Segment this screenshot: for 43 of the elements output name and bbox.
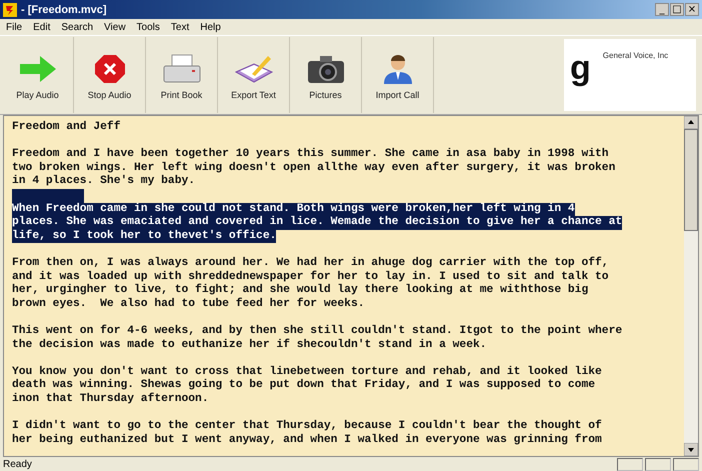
status-pane <box>645 458 671 470</box>
person-icon <box>382 54 414 84</box>
text-line: inon that Thursday afternoon. <box>12 392 209 406</box>
text-line: brown eyes. We also had to tube feed her for weeks. <box>12 298 365 312</box>
text-line: two broken wings. Her left wing doesn't open allthe way even after surgery, it was broken <box>12 162 616 174</box>
selection-highlight <box>12 188 84 203</box>
scroll-up-icon[interactable] <box>684 116 698 129</box>
text-line: and it was loaded up with shreddednewspaper for her to lay in. I used to sit and talk to <box>12 270 609 284</box>
scroll-down-icon[interactable] <box>684 443 698 456</box>
scroll-thumb[interactable] <box>684 129 698 231</box>
text-line: in 4 places. She's my baby. <box>12 175 196 189</box>
text-line: her, urgingher to live, to fight; and she would lay there looking at me withthose big <box>12 284 588 298</box>
window-title: - [Freedom.mvc] <box>21 4 107 16</box>
window-control-button[interactable]: × <box>685 3 699 16</box>
text-line: You know you don't want to cross that linebetween torture and rehab, and it looked like <box>12 366 602 378</box>
menu-item[interactable]: Search <box>61 22 94 32</box>
status-pane <box>673 458 699 470</box>
text-line: I didn't want to go to the center that Thursday, because I couldn't bear the thought of <box>12 420 602 434</box>
status-text: Ready <box>3 458 33 470</box>
text-line: From then on, I was always around her. We had her in ahuge dog carrier with the top off, <box>12 256 609 270</box>
scrollbar[interactable] <box>684 116 698 456</box>
menu-item[interactable]: Text <box>170 22 190 32</box>
window-control-button[interactable]: □ <box>670 3 684 16</box>
company-name: General Voice, Inc <box>602 51 668 60</box>
menu-item[interactable]: View <box>104 22 126 32</box>
printer-icon <box>162 54 202 84</box>
text-line: Freedom and I have been together 10 years this summer. She came in asa baby in 1998 with <box>12 148 609 162</box>
text-line: the decision was made to euthanize her if shecouldn't stand in a week. <box>12 338 487 352</box>
text-line: This went on for 4-6 weeks, and by then she still couldn't stand. Itgot to the point where <box>12 324 622 338</box>
menu-item[interactable]: Help <box>200 22 221 32</box>
text-line: Freedom and Jeff <box>12 121 120 135</box>
stop-icon <box>94 54 126 84</box>
window-control-button[interactable]: _ <box>655 3 669 16</box>
menu-item[interactable]: File <box>6 22 22 32</box>
text-line: death was winning. Shewas going to be put down that Friday, and I was supposed to come <box>12 379 596 392</box>
menu-item[interactable]: Tools <box>136 22 160 32</box>
app-icon <box>3 2 17 16</box>
status-pane <box>617 458 643 470</box>
book-pen-icon <box>234 54 274 84</box>
text-line: her being euthanized but I went anyway, and when I walked in everyone was grinning from <box>12 434 602 448</box>
menu-item[interactable]: Edit <box>33 22 50 32</box>
arrow-icon <box>18 54 58 84</box>
camera-icon <box>306 54 346 84</box>
